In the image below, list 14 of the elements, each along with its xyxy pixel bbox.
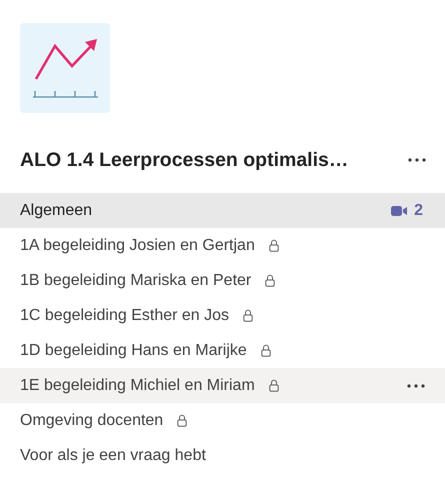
channel-item[interactable]: 1B begeleiding Mariska en Peter [0,263,445,298]
more-options-icon[interactable] [408,158,426,162]
channel-item[interactable]: Algemeen 2 [0,193,445,228]
channel-item[interactable]: Voor als je een vraag hebt [0,438,445,473]
meeting-count: 2 [414,202,423,220]
more-options-icon[interactable] [407,384,425,388]
channel-item[interactable]: Omgeving docenten [0,403,445,438]
team-name: ALO 1.4 Leerprocessen optimalis… [20,148,348,172]
video-camera-icon [391,204,408,216]
channel-item[interactable]: 1D begeleiding Hans en Marijke [0,333,445,368]
channel-item[interactable]: 1A begeleiding Josien en Gertjan [0,228,445,263]
channel-item[interactable]: 1C begeleiding Esther en Jos [0,298,445,333]
team-logo-icon [20,23,110,113]
channel-item[interactable]: 1E begeleiding Michiel en Miriam [0,368,445,403]
